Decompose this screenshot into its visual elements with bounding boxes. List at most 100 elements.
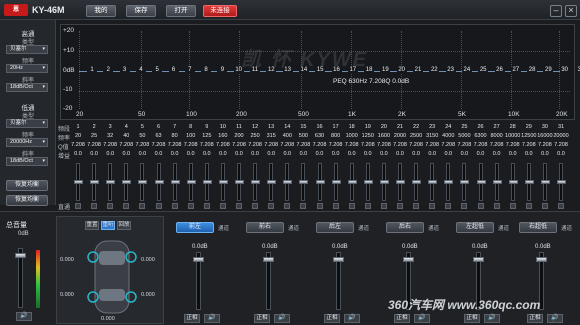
slider-knob[interactable] xyxy=(331,180,341,184)
band-bypass-checkbox[interactable] xyxy=(493,203,500,209)
band-bypass-checkbox[interactable] xyxy=(477,203,484,209)
eq-graph[interactable]: 凯 怀 KYWE +20 +10 0dB -10 -20 1 2 3 4 5 6 7 8 9 10… xyxy=(60,24,580,120)
slider-knob[interactable] xyxy=(412,180,422,184)
eq-point-handle[interactable]: 28 xyxy=(527,67,538,73)
connection-status-button[interactable]: 未连接 xyxy=(203,5,237,17)
band-gain-slider[interactable] xyxy=(428,163,438,201)
band-bypass-checkbox[interactable] xyxy=(525,203,532,209)
band-bypass-checkbox[interactable] xyxy=(171,203,178,209)
eq-point-handle[interactable]: 20 xyxy=(396,67,407,73)
band-gain-slider[interactable] xyxy=(283,163,293,201)
band-gain-slider[interactable] xyxy=(347,163,357,201)
eq-point-handle[interactable]: 12 xyxy=(266,67,277,73)
eq-point-handle[interactable]: 13 xyxy=(282,67,293,73)
slider-knob[interactable] xyxy=(186,180,196,184)
close-icon[interactable]: × xyxy=(565,5,577,17)
eq-point-handle[interactable]: 3 xyxy=(119,67,130,73)
band-bypass-checkbox[interactable] xyxy=(123,203,130,209)
car-tab-reset[interactable]: 重置 xyxy=(85,221,99,230)
channel-phase-button[interactable]: 正相 xyxy=(527,314,543,323)
car-tab-listen[interactable]: 重听 xyxy=(101,221,115,230)
eq-point-handle[interactable]: 17 xyxy=(347,67,358,73)
highpass-slope-select[interactable]: 18dB/Oct xyxy=(6,83,48,92)
band-bypass-checkbox[interactable] xyxy=(219,203,226,209)
eq-point-handle[interactable]: 8 xyxy=(201,67,212,73)
eq-point-handle[interactable]: 18 xyxy=(364,67,375,73)
channel-phase-button[interactable]: 正相 xyxy=(324,314,340,323)
mine-button[interactable]: 我的 xyxy=(86,5,116,17)
band-gain-slider[interactable] xyxy=(444,163,454,201)
slider-knob[interactable] xyxy=(122,180,132,184)
slider-knob[interactable] xyxy=(299,180,309,184)
slider-knob[interactable] xyxy=(540,180,550,184)
band-gain-slider[interactable] xyxy=(267,163,277,201)
slider-knob[interactable] xyxy=(218,180,228,184)
eq-point-handle[interactable]: 23 xyxy=(445,67,456,73)
band-gain-slider[interactable] xyxy=(299,163,309,201)
channel-mute-icon[interactable]: 🔊 xyxy=(484,314,500,323)
band-gain-slider[interactable] xyxy=(524,163,534,201)
channel-select-button[interactable]: 前右 xyxy=(246,222,284,233)
band-gain-slider[interactable] xyxy=(331,163,341,201)
band-gain-slider[interactable] xyxy=(476,163,486,201)
save-button[interactable]: 保存 xyxy=(126,5,156,17)
slider-knob[interactable] xyxy=(267,180,277,184)
band-gain-slider[interactable] xyxy=(90,163,100,201)
highpass-freq-input[interactable]: 20Hz xyxy=(6,64,48,73)
master-volume-slider[interactable] xyxy=(15,248,26,308)
band-bypass-checkbox[interactable] xyxy=(541,203,548,209)
channel-select-button[interactable]: 后左 xyxy=(316,222,354,233)
band-gain-slider[interactable] xyxy=(508,163,518,201)
channel-volume-slider[interactable] xyxy=(263,252,274,310)
eq-point-handle[interactable]: 2 xyxy=(103,67,114,73)
slider-knob[interactable] xyxy=(473,257,484,262)
band-bypass-checkbox[interactable] xyxy=(332,203,339,209)
lowpass-slope-select[interactable]: 18dB/Oct xyxy=(6,157,48,166)
band-bypass-checkbox[interactable] xyxy=(300,203,307,209)
slider-knob[interactable] xyxy=(170,180,180,184)
eq-point-handle[interactable]: 24 xyxy=(461,67,472,73)
slider-knob[interactable] xyxy=(347,180,357,184)
slider-knob[interactable] xyxy=(403,257,414,262)
band-gain-slider[interactable] xyxy=(540,163,550,201)
band-gain-slider[interactable] xyxy=(138,163,148,201)
slider-knob[interactable] xyxy=(74,180,83,184)
band-bypass-checkbox[interactable] xyxy=(91,203,98,209)
band-bypass-checkbox[interactable] xyxy=(397,203,403,209)
band-bypass-checkbox[interactable] xyxy=(75,203,81,209)
eq-point-handle[interactable]: 19 xyxy=(380,67,391,73)
eq-point-handle[interactable]: 11 xyxy=(250,67,260,73)
slider-knob[interactable] xyxy=(154,180,164,184)
channel-mute-icon[interactable]: 🔊 xyxy=(414,314,430,323)
channel-mute-icon[interactable]: 🔊 xyxy=(274,314,290,323)
channel-select-button[interactable]: 后右 xyxy=(386,222,424,233)
band-gain-slider[interactable] xyxy=(492,163,502,201)
slider-knob[interactable] xyxy=(524,180,534,184)
lowpass-freq-input[interactable]: 20000Hz xyxy=(6,138,48,147)
eq-point-handle[interactable]: 26 xyxy=(494,67,505,73)
master-volume-knob[interactable] xyxy=(15,253,26,258)
band-bypass-checkbox[interactable] xyxy=(252,203,259,209)
eq-point-handle[interactable]: 14 xyxy=(298,67,309,73)
band-bypass-checkbox[interactable] xyxy=(413,203,420,209)
eq-point-handle[interactable]: 22 xyxy=(429,67,440,73)
channel-phase-button[interactable]: 正相 xyxy=(464,314,480,323)
highpass-type-select[interactable]: 贝塞尔 xyxy=(6,45,48,54)
slider-knob[interactable] xyxy=(444,180,454,184)
slider-knob[interactable] xyxy=(251,180,261,184)
channel-phase-button[interactable]: 正相 xyxy=(394,314,410,323)
eq-point-handle[interactable]: 5 xyxy=(152,67,163,73)
band-gain-slider[interactable] xyxy=(170,163,180,201)
slider-knob[interactable] xyxy=(235,180,244,184)
reset-bypass-button[interactable]: 恢复均衡 xyxy=(6,195,48,206)
band-bypass-checkbox[interactable] xyxy=(284,203,291,209)
band-gain-slider[interactable] xyxy=(412,163,422,201)
reset-eq-button[interactable]: 恢复均衡 xyxy=(6,180,48,191)
band-bypass-checkbox[interactable] xyxy=(558,203,564,209)
band-bypass-checkbox[interactable] xyxy=(236,203,242,209)
band-bypass-checkbox[interactable] xyxy=(316,203,323,209)
eq-point-handle[interactable]: 27 xyxy=(510,67,521,73)
eq-point-handle[interactable]: 15 xyxy=(315,67,326,73)
eq-point-handle[interactable]: 10 xyxy=(233,67,244,73)
band-gain-slider[interactable] xyxy=(379,163,389,201)
